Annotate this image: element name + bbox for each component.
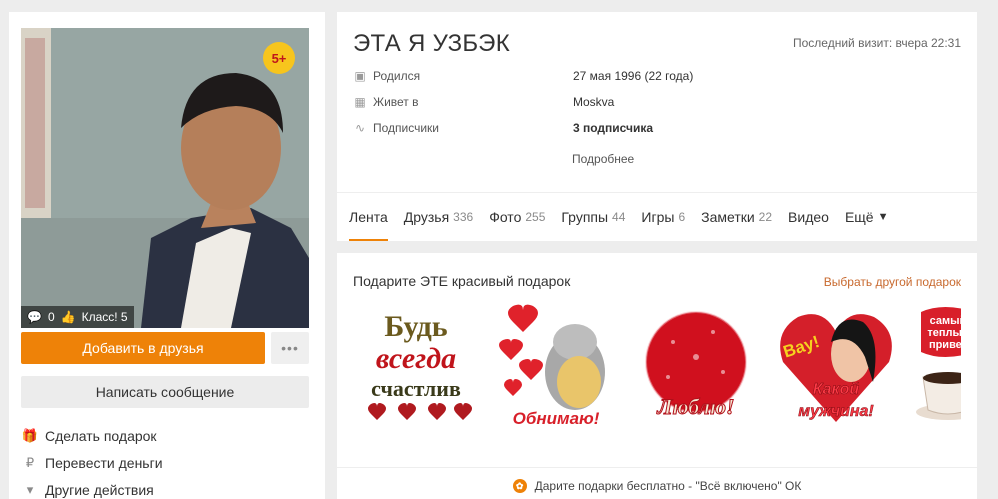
tab-count: 6	[678, 209, 686, 224]
photo-likes[interactable]: Класс! 5	[82, 310, 128, 324]
profile-tabs: Лента Друзья 336 Фото 255 Группы 44 Игры…	[349, 192, 904, 241]
comment-icon: 💬	[27, 310, 42, 324]
tab-label: Группы	[561, 208, 609, 225]
choose-other-gift-link[interactable]: Выбрать другой подарок	[824, 275, 961, 289]
tab-label: Видео	[788, 208, 829, 225]
gift-item[interactable]: Будь всегда счастлив	[353, 297, 479, 437]
gifts-panel: Подарите ЭТЕ красивый подарок Выбрать др…	[337, 253, 977, 499]
tab-friends[interactable]: Друзья 336	[404, 192, 473, 241]
free-gifts-text: Дарите подарки бесплатно - "Всё включено…	[534, 479, 802, 493]
gift-text-line: Будь	[384, 310, 447, 343]
gift-text-line: всегда	[376, 342, 456, 375]
free-gifts-promo[interactable]: ✿ Дарите подарки бесплатно - "Всё включе…	[337, 479, 977, 493]
gifts-carousel: Будь всегда счастлив Обнимаю! Люблю! Вау…	[353, 297, 961, 437]
gift-item[interactable]: Люблю!	[633, 297, 759, 437]
photo-stats-bar: 💬 0 👍 Класс! 5	[21, 306, 134, 328]
divider	[337, 467, 977, 468]
gift-image: Вау! Какой мужчина!	[780, 314, 892, 422]
action-make-gift[interactable]: 🎁 Сделать подарок	[21, 422, 309, 449]
last-visit: Последний визит: вчера 22:31	[793, 36, 961, 50]
info-label: Живет в	[373, 95, 419, 109]
tab-more[interactable]: Ещё ▼	[845, 192, 889, 241]
gift-item[interactable]: самый теплый привет	[913, 297, 961, 437]
profile-header: ЭТА Я УЗБЭК Последний визит: вчера 22:31…	[337, 12, 977, 241]
profile-actions-list: 🎁 Сделать подарок ₽ Перевести деньги ▾ Д…	[21, 422, 309, 499]
gift-text-line: привет	[929, 339, 961, 351]
gift-image: Обнимаю!	[499, 304, 605, 428]
chevron-down-icon: ▼	[877, 210, 889, 223]
money-icon: ₽	[25, 454, 35, 470]
building-icon: ▦	[354, 95, 366, 109]
gifts-title: Подарите ЭТЕ красивый подарок	[353, 273, 571, 289]
tab-count: 22	[758, 209, 773, 224]
gift-text-line: теплый	[927, 327, 961, 339]
thumbs-up-icon: 👍	[60, 310, 76, 324]
tab-count: 44	[612, 209, 626, 224]
profile-photo-image	[21, 28, 309, 328]
tab-label: Фото	[489, 208, 522, 225]
write-message-button[interactable]: Написать сообщение	[21, 376, 309, 408]
gift-image: самый теплый привет	[916, 307, 961, 420]
action-label: Другие действия	[45, 481, 154, 498]
age-rating-badge: 5+	[263, 42, 295, 74]
tab-count: 255	[525, 209, 546, 224]
tab-label: Лента	[349, 208, 388, 225]
more-options-button[interactable]: •••	[271, 332, 309, 364]
gift-item[interactable]: Вау! Какой мужчина!	[773, 297, 899, 437]
info-value[interactable]: Moskva	[573, 95, 614, 109]
gift-text-line: самый	[930, 315, 961, 327]
tab-feed[interactable]: Лента	[349, 192, 388, 241]
profile-name: ЭТА Я УЗБЭК	[353, 30, 511, 57]
gift-text-line: Обнимаю!	[513, 409, 600, 428]
info-row-lives: ▦ Живет в Moskva	[353, 92, 614, 112]
gift-text-line: счастлив	[371, 376, 461, 401]
tab-label: Друзья	[403, 208, 450, 225]
gift-text-line: Люблю!	[656, 394, 734, 419]
profile-photo[interactable]: 5+ 💬 0 👍 Класс! 5	[21, 28, 309, 328]
profile-sidebar: 5+ 💬 0 👍 Класс! 5 Добавить в друзья ••• …	[9, 12, 325, 499]
action-send-money[interactable]: ₽ Перевести деньги	[21, 449, 309, 476]
gift-image: Будь всегда счастлив	[368, 310, 472, 420]
tab-label: Заметки	[701, 208, 755, 225]
gift-text-line: Какой	[813, 381, 860, 398]
action-label: Перевести деньги	[45, 454, 163, 471]
tab-label: Игры	[641, 208, 675, 225]
tab-notes[interactable]: Заметки 22	[701, 192, 772, 241]
info-label: Родился	[373, 69, 421, 83]
tab-photos[interactable]: Фото 255	[489, 192, 545, 241]
calendar-icon: ▣	[354, 69, 366, 83]
add-friend-button[interactable]: Добавить в друзья	[21, 332, 265, 364]
ok-logo-icon: ✿	[512, 479, 527, 493]
tab-count: 336	[453, 209, 474, 224]
tab-video[interactable]: Видео	[788, 192, 829, 241]
photo-comments-count[interactable]: 0	[48, 310, 55, 324]
gift-item[interactable]: Обнимаю!	[493, 297, 619, 437]
tab-groups[interactable]: Группы 44	[561, 192, 625, 241]
info-row-born: ▣ Родился 27 мая 1996 (22 года)	[353, 66, 693, 86]
rss-icon: ∿	[354, 121, 366, 135]
info-row-subscribers: ∿ Подписчики 3 подписчика	[353, 118, 653, 138]
gift-icon: 🎁	[21, 427, 39, 443]
gift-image: Люблю!	[645, 311, 747, 420]
action-other[interactable]: ▾ Другие действия	[21, 476, 309, 499]
tab-games[interactable]: Игры 6	[641, 192, 685, 241]
info-value: 27 мая 1996 (22 года)	[573, 69, 694, 83]
more-info-link[interactable]: Подробнее	[572, 152, 634, 166]
info-label: Подписчики	[373, 121, 440, 135]
tab-label: Ещё	[844, 208, 874, 225]
action-label: Сделать подарок	[45, 427, 157, 444]
info-value[interactable]: 3 подписчика	[573, 121, 653, 135]
gift-text-line: мужчина!	[798, 403, 874, 420]
caret-icon: ▾	[26, 481, 34, 497]
